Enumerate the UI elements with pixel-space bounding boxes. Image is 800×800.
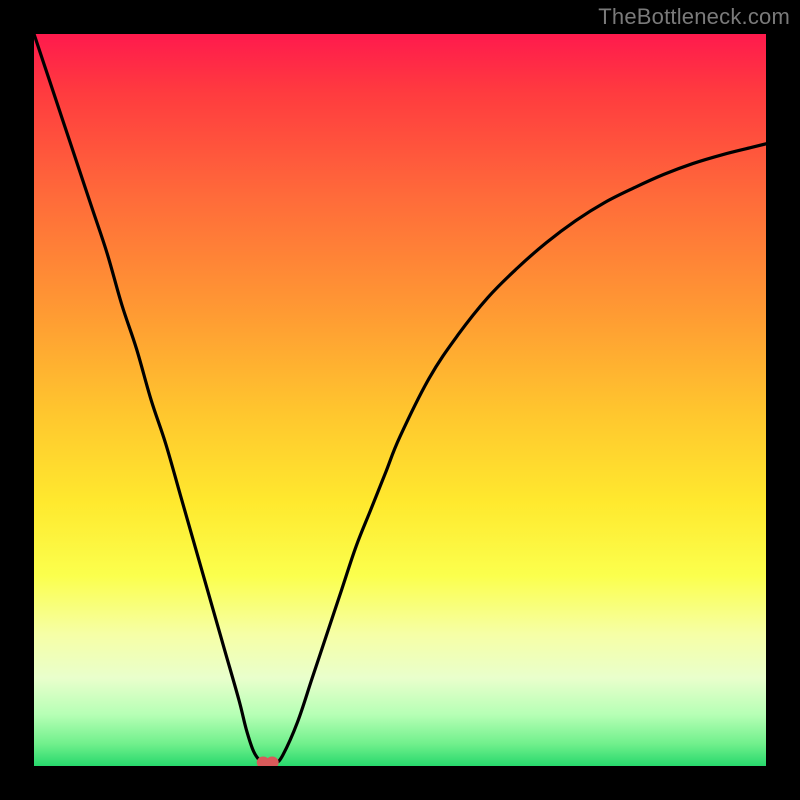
watermark-text: TheBottleneck.com (598, 4, 790, 30)
chart-frame: TheBottleneck.com (0, 0, 800, 800)
minimum-marker (257, 757, 278, 766)
bottleneck-curve (34, 34, 766, 765)
curve-svg (34, 34, 766, 766)
plot-area (34, 34, 766, 766)
